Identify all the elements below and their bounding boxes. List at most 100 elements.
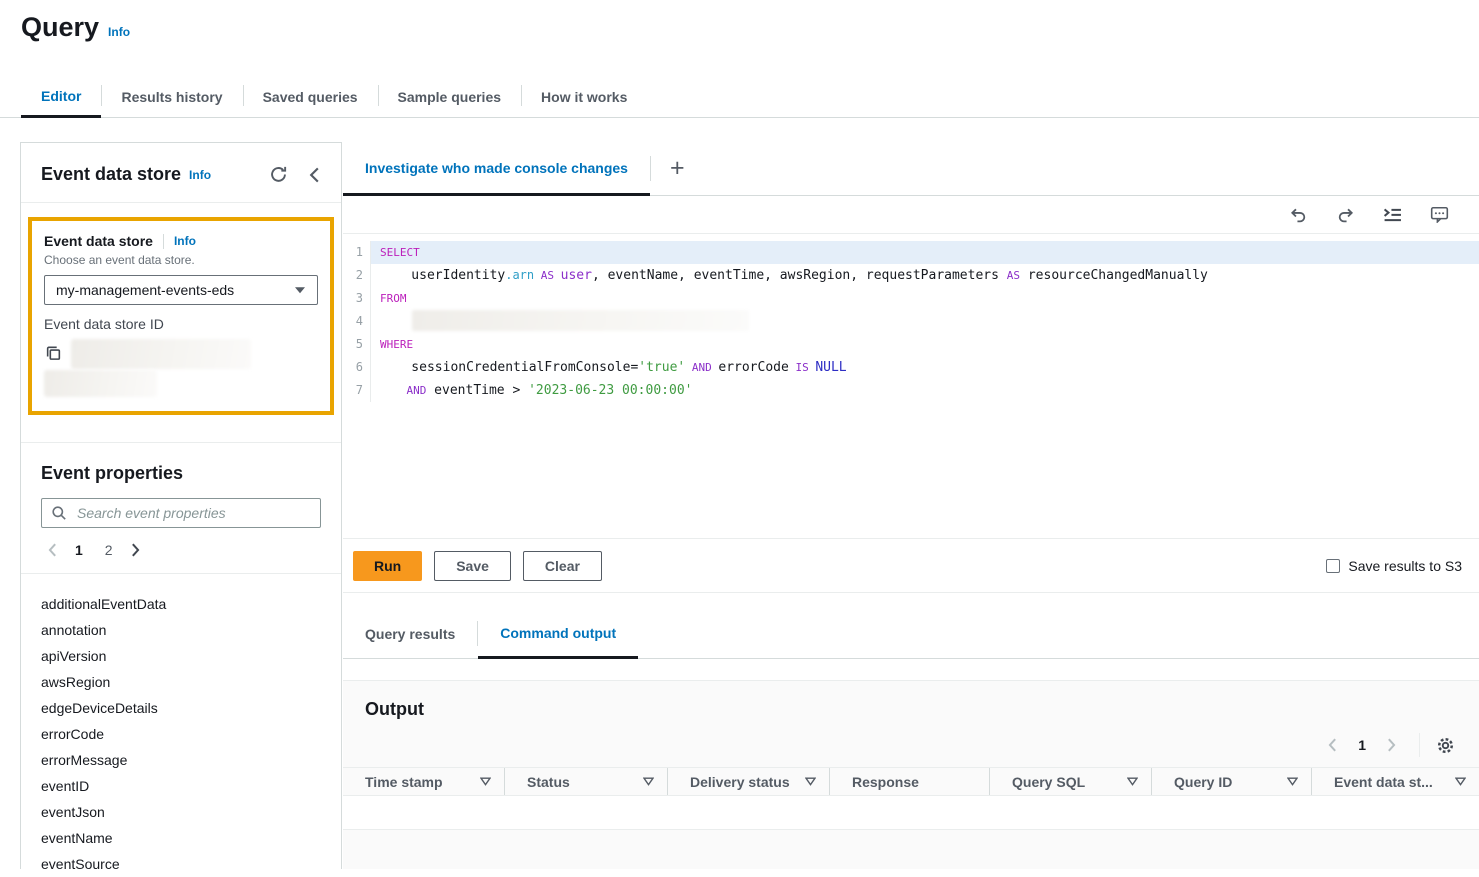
query-tab-bar: Investigate who made console changes + — [343, 142, 1479, 196]
divider — [163, 234, 164, 249]
results-tab-bar: Query results Command output — [343, 609, 1479, 659]
event-data-store-panel: Event data store Info Event data store I… — [20, 142, 342, 869]
page-prev-icon[interactable] — [41, 541, 64, 559]
search-input[interactable] — [75, 504, 311, 522]
eds-hint: Choose an event data store. — [44, 253, 318, 267]
dropdown-caret-icon — [294, 286, 306, 294]
run-button[interactable]: Run — [353, 551, 422, 581]
query-tab-investigate[interactable]: Investigate who made console changes — [343, 142, 650, 196]
query-page: Query Info Editor Results history Saved … — [0, 0, 1479, 869]
tab-editor[interactable]: Editor — [21, 76, 101, 118]
eds-id-value-redacted — [44, 339, 318, 403]
top-tab-bar: Editor Results history Saved queries Sam… — [0, 76, 1479, 118]
eds-title-row: Event data store Info — [44, 233, 318, 249]
page-header: Query Info — [0, 0, 1479, 43]
eds-id-label: Event data store ID — [44, 316, 318, 332]
filter-icon[interactable] — [1455, 777, 1466, 786]
page-title: Query — [21, 12, 99, 43]
list-item[interactable]: additionalEventData — [41, 591, 321, 617]
code-line: 4 — [343, 310, 1479, 333]
undo-icon[interactable] — [1289, 206, 1308, 223]
code-line: 7 AND eventTime > '2023-06-23 00:00:00' — [343, 379, 1479, 402]
redacted-event-data-store-arn — [412, 310, 749, 331]
list-item[interactable]: errorMessage — [41, 747, 321, 773]
tab-sample-queries[interactable]: Sample queries — [378, 76, 522, 118]
page-number-1[interactable]: 1 — [64, 540, 94, 560]
list-item[interactable]: eventSource — [41, 851, 321, 877]
output-table-header: Time stamp Status Delivery status Respon… — [343, 767, 1479, 796]
divider — [1419, 733, 1420, 757]
sidebar-title: Event data store — [41, 164, 181, 185]
editor-actions-bar: Run Save Clear Save results to S3 — [343, 538, 1479, 593]
redacted-id-line-2 — [44, 370, 157, 397]
search-box — [41, 498, 321, 528]
sidebar-header: Event data store Info — [21, 143, 341, 203]
code-line: 6 sessionCredentialFromConsole='true' AN… — [343, 356, 1479, 379]
line-number: 3 — [343, 287, 371, 310]
add-query-tab-button[interactable]: + — [651, 142, 704, 195]
tab-query-results[interactable]: Query results — [343, 609, 477, 659]
redacted-id-line-1 — [71, 339, 251, 369]
list-item[interactable]: awsRegion — [41, 669, 321, 695]
output-page-number[interactable]: 1 — [1348, 737, 1376, 753]
eds-info-link[interactable]: Info — [174, 234, 196, 248]
list-item[interactable]: annotation — [41, 617, 321, 643]
filter-icon[interactable] — [643, 777, 654, 786]
format-sql-icon[interactable] — [1383, 207, 1402, 223]
output-page-prev-icon[interactable] — [1321, 736, 1344, 754]
column-header-query-sql[interactable]: Query SQL — [990, 768, 1152, 795]
filter-icon[interactable] — [805, 777, 816, 786]
column-header-response[interactable]: Response — [830, 768, 990, 795]
code-line: 3 FROM — [343, 287, 1479, 310]
column-header-status[interactable]: Status — [505, 768, 668, 795]
event-properties-section: Event properties 1 2 — [21, 442, 341, 560]
save-to-s3-checkbox[interactable] — [1326, 559, 1340, 573]
list-item[interactable]: edgeDeviceDetails — [41, 695, 321, 721]
event-properties-title: Event properties — [41, 463, 321, 484]
tab-how-it-works[interactable]: How it works — [521, 76, 647, 118]
page-next-icon[interactable] — [124, 541, 147, 559]
save-to-s3-label: Save results to S3 — [1348, 558, 1462, 574]
sidebar-info-link[interactable]: Info — [189, 168, 211, 182]
column-header-delivery-status[interactable]: Delivery status — [668, 768, 830, 795]
sql-editor[interactable]: 1 SELECT 2 userIdentity.arn AS user, eve… — [343, 234, 1479, 538]
list-item[interactable]: errorCode — [41, 721, 321, 747]
tab-command-output[interactable]: Command output — [478, 609, 638, 659]
selected-event-data-store: my-management-events-eds — [56, 282, 234, 298]
tab-saved-queries[interactable]: Saved queries — [243, 76, 378, 118]
comment-icon[interactable] — [1430, 206, 1449, 223]
output-table-empty-body — [343, 796, 1479, 830]
clear-button[interactable]: Clear — [523, 551, 602, 581]
column-header-query-id[interactable]: Query ID — [1152, 768, 1312, 795]
event-data-store-callout: Event data store Info Choose an event da… — [28, 217, 334, 415]
output-page-next-icon[interactable] — [1380, 736, 1403, 754]
filter-icon[interactable] — [1287, 777, 1298, 786]
list-item[interactable]: eventJson — [41, 799, 321, 825]
save-button[interactable]: Save — [434, 551, 511, 581]
settings-gear-icon[interactable] — [1436, 736, 1455, 755]
redo-icon[interactable] — [1336, 206, 1355, 223]
event-data-store-select[interactable]: my-management-events-eds — [44, 275, 318, 305]
code-line: 2 userIdentity.arn AS user, eventName, e… — [343, 264, 1479, 287]
column-header-time-stamp[interactable]: Time stamp — [343, 768, 505, 795]
copy-icon[interactable] — [45, 345, 62, 362]
collapse-panel-icon[interactable] — [308, 167, 321, 183]
event-properties-list: additionalEventData annotation apiVersio… — [21, 574, 341, 877]
column-header-event-data-store[interactable]: Event data st... — [1312, 768, 1479, 795]
list-item[interactable]: eventID — [41, 773, 321, 799]
filter-icon[interactable] — [480, 777, 491, 786]
tab-results-history[interactable]: Results history — [101, 76, 242, 118]
query-editor-main: Investigate who made console changes + 1… — [343, 142, 1479, 869]
spacer — [343, 659, 1479, 680]
output-title: Output — [343, 681, 1479, 720]
eds-title: Event data store — [44, 233, 153, 249]
page-number-2[interactable]: 2 — [94, 540, 124, 560]
page-info-link[interactable]: Info — [108, 25, 130, 39]
properties-pagination: 1 2 — [41, 540, 321, 560]
line-number: 4 — [343, 310, 371, 333]
filter-icon[interactable] — [1127, 777, 1138, 786]
refresh-icon[interactable] — [269, 165, 288, 184]
list-item[interactable]: apiVersion — [41, 643, 321, 669]
line-number: 7 — [343, 379, 371, 402]
list-item[interactable]: eventName — [41, 825, 321, 851]
